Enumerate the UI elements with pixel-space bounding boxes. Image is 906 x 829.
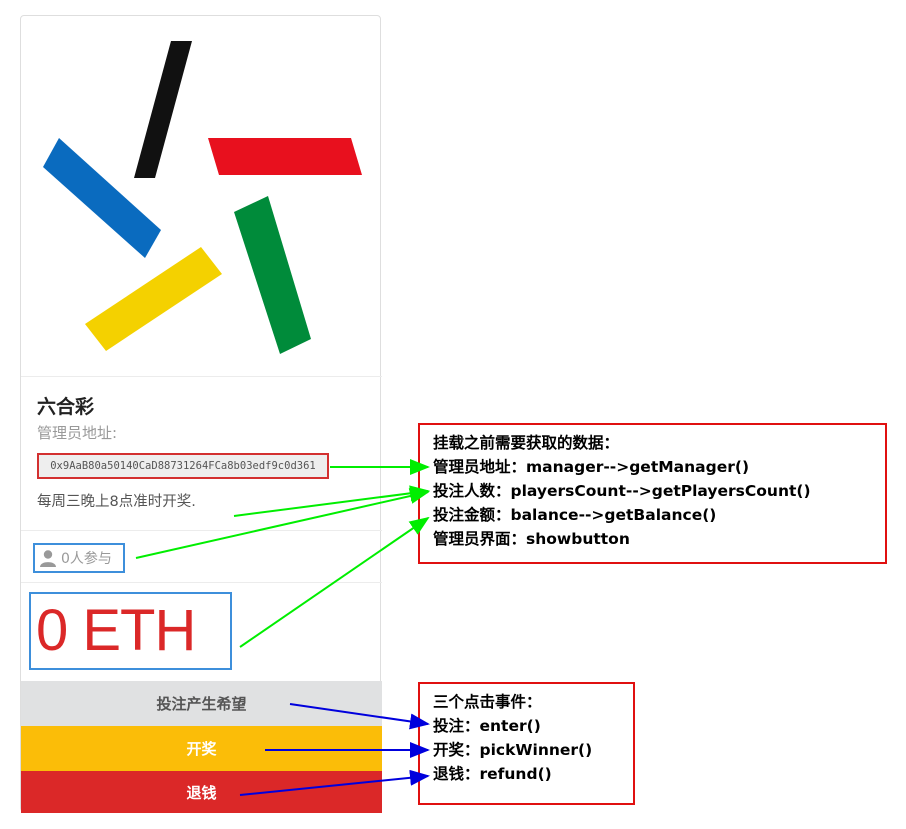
- players-count: 0人参与: [33, 543, 125, 573]
- user-icon: [40, 550, 56, 567]
- event-annotation-box: 三个点击事件： 投注：enter() 开奖：pickWinner() 退钱：re…: [418, 682, 635, 805]
- lottery-logo: [43, 41, 362, 354]
- annotation-line: 投注：enter(): [433, 717, 541, 735]
- enter-button[interactable]: 投注产生希望: [21, 681, 382, 726]
- data-annotation-box: 挂载之前需要获取的数据： 管理员地址：manager-->getManager(…: [418, 423, 887, 564]
- pick-winner-button[interactable]: 开奖: [21, 726, 382, 771]
- refund-button[interactable]: 退钱: [21, 771, 382, 813]
- annotation-line: 挂载之前需要获取的数据：: [433, 434, 620, 452]
- divider: [21, 530, 382, 531]
- divider: [21, 582, 382, 583]
- annotation-line: 三个点击事件：: [433, 693, 542, 711]
- balance-display: 0 ETH: [29, 592, 232, 670]
- logo-red-stroke: [208, 138, 362, 175]
- divider: [21, 376, 382, 377]
- manager-address: 0x9AaB80a50140CaD88731264FCa8b03edf9c0d3…: [37, 453, 329, 479]
- logo-black-stroke: [134, 41, 192, 178]
- logo-green-stroke: [234, 196, 311, 354]
- annotation-line: 开奖：pickWinner(): [433, 741, 593, 759]
- annotation-line: 投注金额：balance-->getBalance(): [433, 506, 717, 524]
- players-count-text: 0人参与: [61, 551, 112, 567]
- annotation-line: 管理员地址：manager-->getManager(): [433, 458, 750, 476]
- schedule-description: 每周三晚上8点准时开奖.: [37, 494, 196, 510]
- annotation-line: 投注人数：playersCount-->getPlayersCount(): [433, 482, 811, 500]
- annotation-line: 退钱：refund(): [433, 765, 552, 783]
- logo-yellow-stroke: [85, 247, 222, 351]
- lottery-card: 六合彩 管理员地址: 0x9AaB80a50140CaD88731264FCa8…: [20, 15, 382, 813]
- lottery-title: 六合彩: [37, 396, 95, 418]
- annotation-line: 管理员界面：showbutton: [433, 530, 630, 548]
- manager-label: 管理员地址:: [37, 424, 118, 442]
